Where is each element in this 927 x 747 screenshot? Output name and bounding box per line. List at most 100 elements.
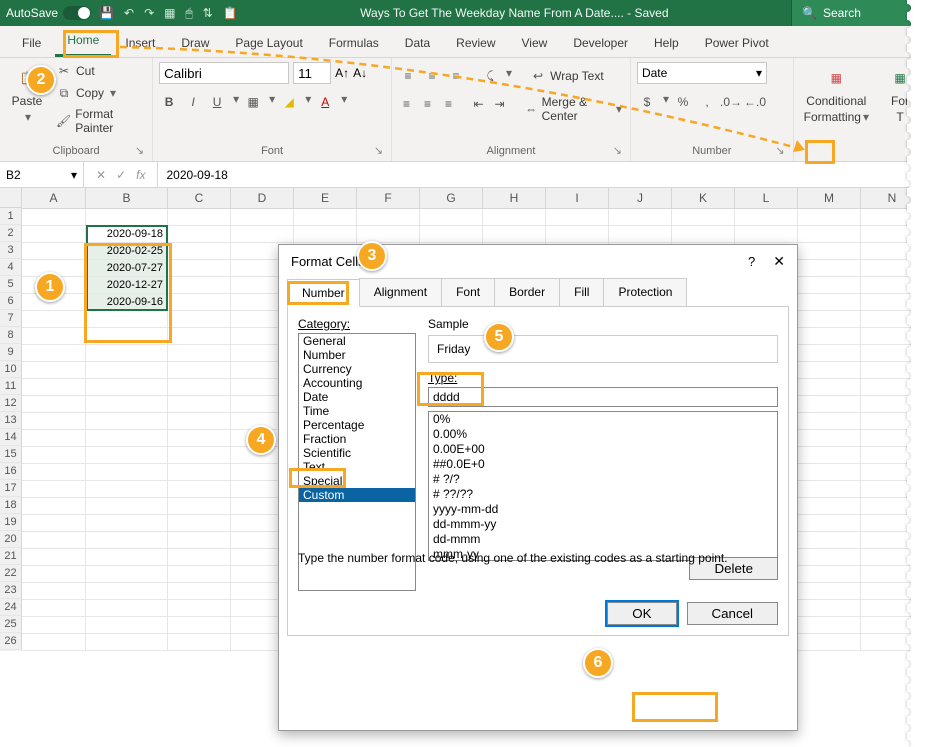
cell-K2[interactable] [672, 226, 735, 243]
cell-A10[interactable] [22, 362, 86, 379]
dialog-launcher-icon[interactable]: ↘ [135, 144, 144, 157]
cell-C15[interactable] [168, 447, 231, 464]
autosave-toggle[interactable] [63, 6, 91, 20]
cell-A24[interactable] [22, 600, 86, 617]
cell-B9[interactable] [86, 345, 168, 362]
row-head-6[interactable]: 6 [0, 293, 22, 310]
enter-fx-icon[interactable]: ✓ [116, 168, 126, 182]
cell-B17[interactable] [86, 481, 168, 498]
col-head-I[interactable]: I [546, 188, 609, 208]
ok-button[interactable]: OK [607, 602, 676, 625]
cell-B19[interactable] [86, 515, 168, 532]
category-item[interactable]: Accounting [299, 376, 415, 390]
cell-M14[interactable] [798, 430, 861, 447]
cell-C2[interactable] [168, 226, 231, 243]
cell-B25[interactable] [86, 617, 168, 634]
cell-C3[interactable] [168, 243, 231, 260]
cell-M4[interactable] [798, 260, 861, 277]
row-head-16[interactable]: 16 [0, 463, 22, 480]
cell-B10[interactable] [86, 362, 168, 379]
row-head-15[interactable]: 15 [0, 446, 22, 463]
fill-color-icon[interactable]: ◢ [279, 92, 299, 112]
category-item[interactable]: Fraction [299, 432, 415, 446]
cell-L1[interactable] [735, 209, 798, 226]
dlg-tab-protection[interactable]: Protection [603, 278, 687, 306]
number-dialog-launcher-icon[interactable]: ↘ [775, 144, 784, 157]
align-middle-icon[interactable]: ≡ [422, 66, 442, 86]
dlg-tab-font[interactable]: Font [441, 278, 495, 306]
cell-M9[interactable] [798, 345, 861, 362]
decrease-decimal-icon[interactable]: ←.0 [745, 92, 765, 112]
cell-M6[interactable] [798, 294, 861, 311]
cell-M17[interactable] [798, 481, 861, 498]
underline-icon[interactable]: U [207, 92, 227, 112]
mouse-icon[interactable]: 🖱 [185, 6, 192, 21]
cell-M5[interactable] [798, 277, 861, 294]
category-item[interactable]: Currency [299, 362, 415, 376]
cell-M25[interactable] [798, 617, 861, 634]
col-head-M[interactable]: M [798, 188, 861, 208]
cell-F2[interactable] [357, 226, 420, 243]
align-top-icon[interactable]: ≡ [398, 66, 418, 86]
cell-C25[interactable] [168, 617, 231, 634]
tab-home[interactable]: Home [55, 25, 111, 57]
cell-I1[interactable] [546, 209, 609, 226]
col-head-K[interactable]: K [672, 188, 735, 208]
cell-M1[interactable] [798, 209, 861, 226]
cell-G2[interactable] [420, 226, 483, 243]
row-head-11[interactable]: 11 [0, 378, 22, 395]
cell-E2[interactable] [294, 226, 357, 243]
cell-C5[interactable] [168, 277, 231, 294]
cell-B5[interactable]: 2020-12-27 [86, 277, 168, 294]
cell-A7[interactable] [22, 311, 86, 328]
row-head-18[interactable]: 18 [0, 497, 22, 514]
select-all-corner[interactable] [0, 188, 22, 208]
cell-C13[interactable] [168, 413, 231, 430]
type-list-item[interactable]: 0.00% [433, 427, 773, 442]
increase-indent-icon[interactable]: ⇥ [491, 94, 508, 114]
cell-B2[interactable]: 2020-09-18 [86, 226, 168, 243]
cell-M11[interactable] [798, 379, 861, 396]
cell-C24[interactable] [168, 600, 231, 617]
percent-icon[interactable]: % [673, 92, 693, 112]
align-left-icon[interactable]: ≡ [398, 94, 415, 114]
pivot-icon[interactable]: ▦ [164, 6, 175, 20]
close-icon[interactable]: ✕ [773, 253, 785, 270]
name-box[interactable]: B2▾ [0, 162, 84, 187]
tab-developer[interactable]: Developer [561, 28, 640, 57]
cell-M7[interactable] [798, 311, 861, 328]
type-list-item[interactable]: dd-mmm [433, 532, 773, 547]
type-list[interactable]: 0%0.00%0.00E+00##0.0E+0# ?/?# ??/??yyyy-… [428, 411, 778, 561]
dlg-tab-alignment[interactable]: Alignment [359, 278, 442, 306]
cell-M10[interactable] [798, 362, 861, 379]
cell-G1[interactable] [420, 209, 483, 226]
row-head-7[interactable]: 7 [0, 310, 22, 327]
font-color-icon[interactable]: A [315, 92, 335, 112]
cell-A19[interactable] [22, 515, 86, 532]
cell-B23[interactable] [86, 583, 168, 600]
shrink-font-icon[interactable]: A↓ [353, 66, 367, 80]
type-list-item[interactable]: ##0.0E+0 [433, 457, 773, 472]
col-head-D[interactable]: D [231, 188, 294, 208]
row-head-26[interactable]: 26 [0, 633, 22, 650]
category-item[interactable]: Special [299, 474, 415, 488]
cell-A1[interactable] [22, 209, 86, 226]
font-name-input[interactable] [159, 62, 289, 84]
dlg-tab-border[interactable]: Border [494, 278, 560, 306]
category-item[interactable]: Date [299, 390, 415, 404]
tab-view[interactable]: View [510, 28, 560, 57]
category-item[interactable]: Custom [299, 488, 415, 502]
cell-L2[interactable] [735, 226, 798, 243]
cell-B18[interactable] [86, 498, 168, 515]
col-head-B[interactable]: B [86, 188, 168, 208]
italic-icon[interactable]: I [183, 92, 203, 112]
conditional-formatting-button[interactable]: ▦ Conditional Formatting▾ [800, 62, 873, 126]
align-bottom-icon[interactable]: ≡ [446, 66, 466, 86]
cell-C7[interactable] [168, 311, 231, 328]
cell-M12[interactable] [798, 396, 861, 413]
cell-A20[interactable] [22, 532, 86, 549]
border-icon[interactable]: ▦ [243, 92, 263, 112]
number-format-select[interactable]: Date▾ [637, 62, 767, 84]
cell-C1[interactable] [168, 209, 231, 226]
row-head-21[interactable]: 21 [0, 548, 22, 565]
